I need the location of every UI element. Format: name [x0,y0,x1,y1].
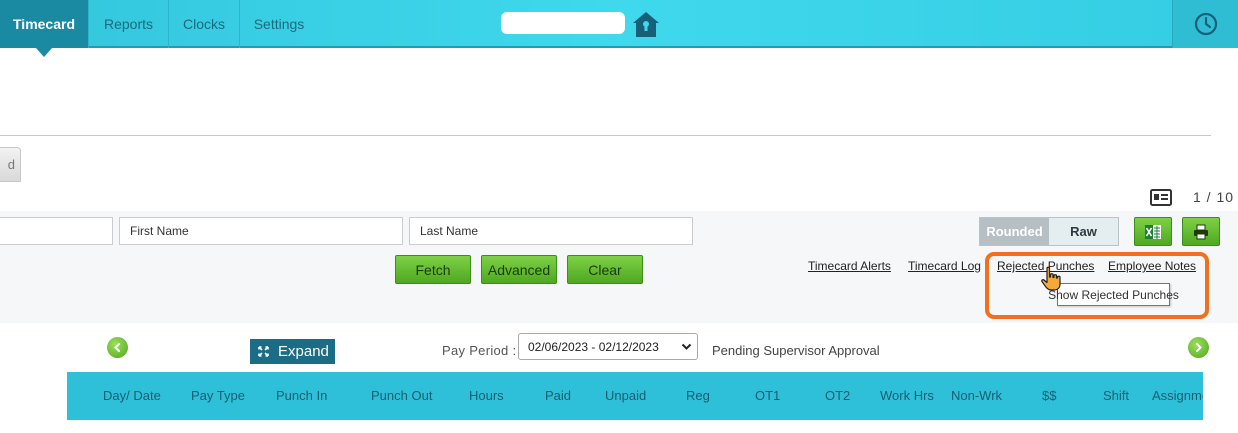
expand-button[interactable]: Expand [250,339,335,364]
column-header[interactable]: Unpaid [605,388,646,403]
timecard-alerts-link[interactable]: Timecard Alerts [808,259,891,273]
column-header[interactable]: Pay Type [191,388,245,403]
divider [0,135,1211,136]
tooltip: Show Rejected Punches [1048,283,1179,306]
home-icon[interactable] [630,9,662,41]
excel-icon [1145,224,1161,239]
clock-icon [1194,12,1217,36]
advanced-button[interactable]: Advanced [481,255,557,284]
expand-arrows-icon [258,346,269,357]
column-header[interactable]: Hours [469,388,504,403]
column-header[interactable]: Day/ Date [103,388,161,403]
column-header[interactable]: Reg [686,388,710,403]
export-excel-button[interactable] [1134,217,1172,246]
contact-card-icon[interactable] [1150,189,1172,206]
next-period-button[interactable] [1188,337,1209,358]
print-button[interactable] [1182,217,1220,246]
chevron-down-icon [681,343,692,350]
first-name-field[interactable] [119,217,403,245]
pay-period-label: Pay Period : [442,343,517,358]
toggle-raw[interactable]: Raw [1049,218,1118,245]
timecard-log-link[interactable]: Timecard Log [908,259,981,273]
toggle-rounded[interactable]: Rounded [980,218,1049,245]
top-nav: Timecard Reports Clocks Settings [0,0,1238,57]
tab-timecard[interactable]: Timecard [0,0,89,57]
column-header[interactable]: Shift [1103,388,1129,403]
timecard-table-header: Day/ Date Pay Type Punch In Punch Out Ho… [67,372,1203,420]
fetch-button[interactable]: Fetch [395,255,471,284]
tab-reports[interactable]: Reports [89,0,169,48]
pager-count: 1 / 10 [1193,189,1235,205]
column-header[interactable]: OT2 [825,388,850,403]
column-header[interactable]: Paid [545,388,571,403]
column-header[interactable]: Punch In [276,388,327,403]
column-header[interactable]: Work Hrs [880,388,934,403]
approval-status: Pending Supervisor Approval [712,343,880,358]
nav-search-input[interactable] [501,12,625,34]
column-header[interactable]: OT1 [755,388,780,403]
chevron-right-icon [1196,343,1202,352]
tab-clocks[interactable]: Clocks [169,0,240,48]
column-header[interactable]: $$ [1042,388,1056,403]
clear-button[interactable]: Clear [567,255,643,284]
pay-period-value: 02/06/2023 - 02/12/2023 [528,339,659,354]
employee-id-field[interactable] [0,217,113,245]
clock-button[interactable] [1172,0,1238,48]
column-header[interactable]: Non-Wrk [951,388,1002,403]
hand-cursor-icon [1041,266,1061,291]
chevron-left-icon [114,343,120,352]
pay-period-select[interactable]: 02/06/2023 - 02/12/2023 [518,333,698,360]
printer-icon [1194,224,1208,239]
column-header[interactable]: Assignment [1152,388,1203,403]
expand-label: Expand [278,343,329,360]
page-tab-partial[interactable]: d [0,147,21,182]
previous-period-button[interactable] [107,337,128,358]
rounded-raw-toggle: Rounded Raw [979,217,1119,246]
tab-settings[interactable]: Settings [240,0,318,48]
last-name-field[interactable] [409,217,693,245]
column-header[interactable]: Punch Out [371,388,432,403]
